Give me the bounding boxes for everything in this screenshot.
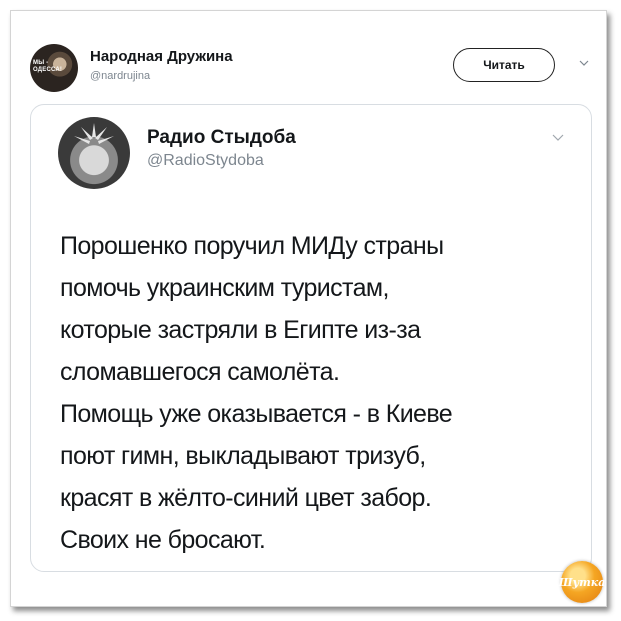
tweet-text-line: Помощь уже оказывается - в Киеве (60, 400, 453, 428)
avatar-caption: МЫ - ОДЕССА! (33, 60, 63, 73)
follow-button[interactable]: Читать (453, 48, 555, 82)
tweet-text-line: сломавшегося самолёта. (60, 358, 340, 386)
statue-crown-icon (74, 123, 114, 144)
watermark-logo: Шутка (558, 561, 606, 603)
watermark-text: Шутка (558, 575, 606, 589)
tweet-text-line: помочь украинским туристам, (60, 274, 389, 302)
quoted-author-handle[interactable]: @RadioStydoba (147, 152, 264, 170)
quoted-avatar[interactable] (58, 117, 130, 189)
tweet-text-line: Порошенко поручил МИДу страны (60, 232, 444, 260)
tweet-text: Порошенко поручил МИДу страны помочь укр… (60, 225, 580, 561)
author-name[interactable]: Народная Дружина (90, 48, 233, 65)
tweet-text-line: поют гимн, выкладывают тризуб, (60, 442, 426, 470)
chevron-down-icon[interactable] (578, 58, 590, 68)
author-handle[interactable]: @nardrujina (90, 70, 150, 82)
chevron-down-icon[interactable] (551, 133, 565, 143)
tweet-text-line: красят в жёлто-синий цвет забор. (60, 484, 432, 512)
avatar[interactable]: МЫ - ОДЕССА! (30, 44, 78, 92)
tweet-text-line: Своих не бросают. (60, 526, 266, 554)
tweet-text-line: которые застряли в Египте из-за (60, 316, 421, 344)
quoted-author-name[interactable]: Радио Стыдоба (147, 127, 296, 149)
